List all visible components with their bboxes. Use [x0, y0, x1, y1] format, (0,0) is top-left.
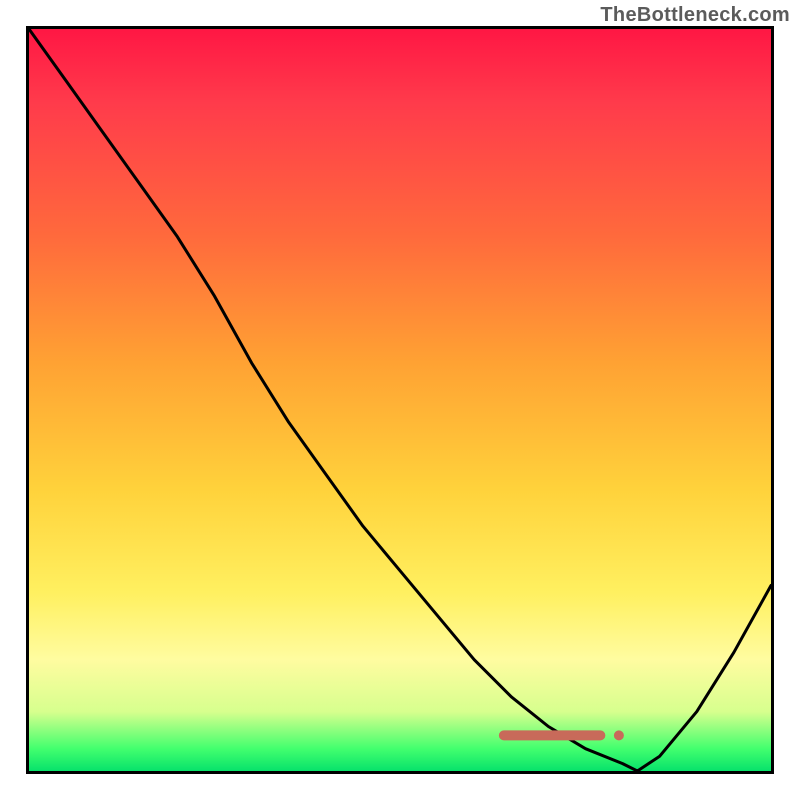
optimum-marker-dot — [614, 730, 624, 740]
chart-plot-area — [26, 26, 774, 774]
chart-svg — [29, 29, 771, 771]
bottleneck-curve — [29, 29, 771, 771]
attribution-text: TheBottleneck.com — [600, 4, 790, 27]
